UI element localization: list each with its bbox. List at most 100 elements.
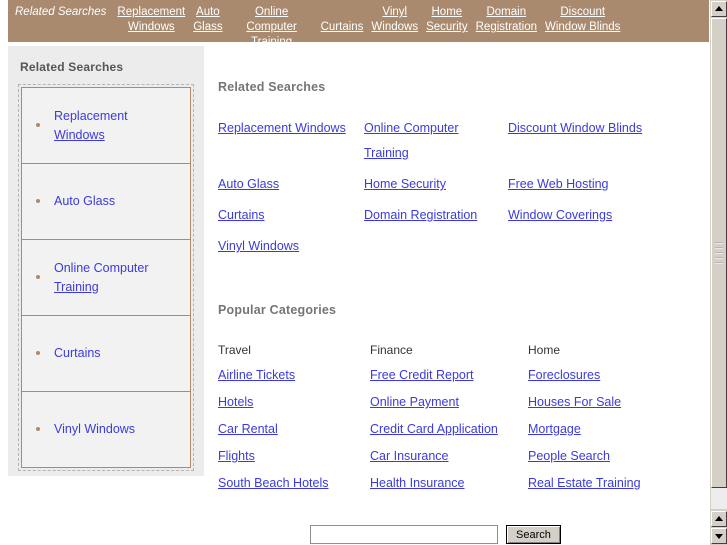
vertical-scrollbar[interactable]	[709, 0, 727, 545]
bullet-icon	[36, 426, 40, 431]
category-link-credit-card-application[interactable]: Credit Card Application	[370, 416, 528, 443]
related-search-link-curtains[interactable]: Curtains	[218, 203, 265, 228]
banner-brand-label: Related Searches	[15, 6, 107, 18]
scroll-down-arrow-icon[interactable]	[711, 528, 727, 544]
banner-link-line2: Windows	[371, 21, 419, 33]
sidebar-item-label: Auto Glass	[54, 192, 115, 211]
category-column-title: Finance	[370, 343, 413, 357]
banner-link-line2: Window Blinds	[545, 21, 621, 33]
category-column-title: Travel	[218, 343, 251, 357]
related-search-cell: Window Coverings	[508, 203, 688, 228]
search-input[interactable]	[310, 525, 498, 544]
related-searches-heading: Related Searches	[218, 80, 326, 94]
related-search-cell: Online Computer Training	[364, 116, 508, 166]
sidebar-title: Related Searches	[20, 60, 124, 74]
banner-link-line2: Training	[251, 36, 293, 48]
sidebar-panel: Related Searches Replacement Windows Aut…	[8, 46, 204, 476]
banner-link-online-computer-training[interactable]: Online Computer Training	[227, 5, 317, 50]
related-search-link-window-coverings[interactable]: Window Coverings	[508, 203, 612, 228]
bullet-icon	[36, 274, 40, 279]
category-link-real-estate-training[interactable]: Real Estate Training	[528, 470, 688, 497]
category-link-flights[interactable]: Flights	[218, 443, 370, 470]
category-column-finance: Finance Free Credit Report Online Paymen…	[370, 339, 528, 497]
related-search-link-replacement-windows[interactable]: Replacement Windows	[218, 116, 346, 141]
popular-categories-grid: Travel Airline Tickets Hotels Car Rental…	[218, 339, 688, 497]
banner-link-line1: Auto	[196, 6, 220, 18]
scrollbar-track[interactable]	[711, 18, 727, 509]
sidebar-item-label: Curtains	[54, 344, 101, 363]
scroll-up-arrow-icon-bottom[interactable]	[711, 511, 727, 527]
related-search-link-vinyl-windows[interactable]: Vinyl Windows	[218, 234, 299, 259]
sidebar-item-label-line2: Windows	[54, 127, 105, 142]
category-link-car-insurance[interactable]: Car Insurance	[370, 443, 528, 470]
search-button[interactable]: Search	[506, 525, 561, 544]
related-search-cell: Free Web Hosting	[508, 172, 688, 197]
related-search-cell: Replacement Windows	[218, 116, 364, 166]
popular-categories-heading: Popular Categories	[218, 303, 337, 317]
category-link-hotels[interactable]: Hotels	[218, 389, 370, 416]
related-search-link-online-computer-training[interactable]: Online Computer Training	[364, 116, 484, 166]
category-link-health-insurance[interactable]: Health Insurance	[370, 470, 528, 497]
sidebar-item-label-line1: Online Computer	[54, 260, 149, 275]
sidebar-item-label-line1: Auto Glass	[54, 194, 116, 208]
related-search-link-home-security[interactable]: Home Security	[364, 172, 446, 197]
related-search-cell: Curtains	[218, 203, 364, 228]
banner-link-curtains[interactable]: Curtains	[317, 20, 368, 35]
sidebar-item-label-line1: Vinyl Windows	[54, 422, 136, 436]
banner-link-line1: Curtains	[320, 21, 364, 33]
sidebar-item-online-computer-training[interactable]: Online Computer Training	[21, 239, 191, 316]
popular-categories-section: Popular Categories Travel Airline Ticket…	[218, 303, 688, 497]
sidebar-item-auto-glass[interactable]: Auto Glass	[21, 163, 191, 240]
category-link-foreclosures[interactable]: Foreclosures	[528, 362, 688, 389]
related-search-link-discount-window-blinds[interactable]: Discount Window Blinds	[508, 116, 642, 141]
category-column-travel: Travel Airline Tickets Hotels Car Rental…	[218, 339, 370, 497]
banner-link-vinyl-windows[interactable]: Vinyl Windows	[367, 5, 422, 35]
banner-link-line1: Vinyl	[382, 6, 408, 18]
category-link-houses-for-sale[interactable]: Houses For Sale	[528, 389, 688, 416]
category-link-airline-tickets[interactable]: Airline Tickets	[218, 362, 370, 389]
category-column-title: Home	[528, 343, 561, 357]
page-viewport: Related Searches Replacement Windows Aut…	[0, 0, 709, 545]
related-search-link-auto-glass[interactable]: Auto Glass	[218, 172, 279, 197]
banner-link-line2: Registration	[475, 21, 537, 33]
category-link-online-payment[interactable]: Online Payment	[370, 389, 528, 416]
related-search-cell: Discount Window Blinds	[508, 116, 688, 166]
bullet-icon	[36, 198, 40, 203]
related-search-cell: Domain Registration	[364, 203, 508, 228]
bullet-icon	[36, 350, 40, 355]
category-link-mortgage[interactable]: Mortgage	[528, 416, 688, 443]
sidebar-item-replacement-windows[interactable]: Replacement Windows	[21, 87, 191, 164]
banner-link-home-security[interactable]: Home Security	[422, 5, 472, 35]
related-searches-grid: Replacement Windows Online Computer Trai…	[218, 116, 688, 259]
banner-link-auto-glass[interactable]: Auto Glass	[189, 5, 226, 35]
sidebar-item-label: Vinyl Windows	[54, 420, 135, 439]
scrollbar-grip-icon	[715, 242, 723, 264]
related-search-link-free-web-hosting[interactable]: Free Web Hosting	[508, 172, 609, 197]
banner-link-discount-window-blinds[interactable]: Discount Window Blinds	[541, 5, 624, 35]
sidebar-item-curtains[interactable]: Curtains	[21, 315, 191, 392]
category-link-free-credit-report[interactable]: Free Credit Report	[370, 362, 528, 389]
banner-link-domain-registration[interactable]: Domain Registration	[472, 5, 541, 35]
category-link-car-rental[interactable]: Car Rental	[218, 416, 370, 443]
category-link-people-search[interactable]: People Search	[528, 443, 688, 470]
sidebar-item-label: Replacement Windows	[54, 107, 128, 145]
related-search-cell: Vinyl Windows	[218, 234, 364, 259]
category-column-home: Home Foreclosures Houses For Sale Mortga…	[528, 339, 688, 497]
main-content: Related Searches Replacement Windows Onl…	[218, 80, 688, 497]
banner-link-line1: Online Computer	[246, 6, 297, 33]
search-form: Search	[310, 525, 561, 544]
category-link-south-beach-hotels[interactable]: South Beach Hotels	[218, 470, 370, 497]
scroll-up-arrow-icon[interactable]	[711, 1, 727, 17]
related-search-cell: Auto Glass	[218, 172, 364, 197]
banner-link-line1: Domain	[486, 6, 527, 18]
banner-link-replacement-windows[interactable]: Replacement Windows	[113, 5, 189, 35]
sidebar-item-label-line2: Training	[54, 279, 99, 294]
top-related-searches-banner: Related Searches Replacement Windows Aut…	[8, 0, 709, 48]
bullet-icon	[36, 122, 40, 127]
scrollbar-thumb[interactable]	[711, 18, 727, 488]
banner-link-row: Related Searches Replacement Windows Aut…	[8, 0, 709, 48]
related-search-cell: Home Security	[364, 172, 508, 197]
related-search-link-domain-registration[interactable]: Domain Registration	[364, 203, 477, 228]
related-search-cell-empty	[508, 234, 688, 259]
sidebar-item-vinyl-windows[interactable]: Vinyl Windows	[21, 391, 191, 468]
